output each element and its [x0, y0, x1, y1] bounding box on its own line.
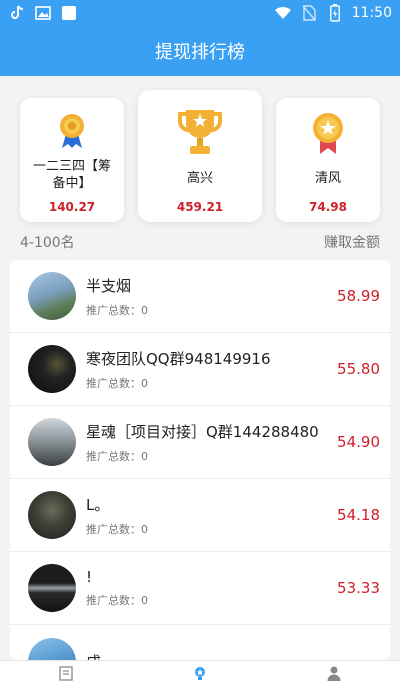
- user-name: !: [86, 568, 93, 586]
- amount-column-label: 赚取金额: [324, 235, 380, 251]
- avatar: [28, 418, 76, 466]
- rank-3-name: 清风: [314, 171, 341, 186]
- rank-2-name: 一二三四【筹备中】: [32, 159, 111, 191]
- rank-3-amount: 74.98: [309, 200, 347, 214]
- rank-range-label: 4-100名: [20, 235, 75, 251]
- rank-tab-icon[interactable]: [192, 665, 208, 681]
- top-three-podium: 一二三四【筹备中】 140.27 高兴 459.21 清风 74.98: [20, 90, 380, 222]
- rank-1-amount: 459.21: [176, 200, 224, 214]
- user-name: 星魂［项目对接］Q群144288480: [86, 422, 319, 441]
- earned-amount: 54.18: [337, 506, 380, 524]
- page-title: 提现排行榜: [155, 42, 245, 63]
- battery-icon: [326, 4, 344, 22]
- list-item[interactable]: 寒夜团队QQ群948149916 推广总数：0 55.80: [10, 333, 390, 406]
- list-item[interactable]: ! 推广总数：0 53.33: [10, 552, 390, 625]
- wifi-icon: [274, 4, 292, 22]
- no-sim-icon: [300, 4, 318, 22]
- user-name: L。: [86, 495, 110, 514]
- avatar: [28, 637, 76, 660]
- list-item[interactable]: 星魂［项目对接］Q群144288480 推广总数：0 54.90: [10, 406, 390, 479]
- list-item[interactable]: L。 推广总数：0 54.18: [10, 479, 390, 552]
- promo-count: 推广总数：0: [86, 594, 148, 607]
- earned-amount: 55.80: [337, 360, 380, 378]
- promo-count: 推广总数：0: [86, 376, 148, 390]
- avatar: [28, 564, 76, 612]
- rank-1-name: 高兴: [186, 171, 213, 186]
- trophy-icon: [176, 104, 224, 164]
- promo-count: 推广总数：0: [86, 303, 148, 317]
- rank-3-card[interactable]: 清风 74.98: [276, 98, 380, 222]
- avatar: [28, 491, 76, 539]
- status-bar: 11:50: [0, 0, 400, 26]
- tiktok-icon: [8, 4, 26, 22]
- header-bar: 11:50 提现排行榜: [0, 0, 400, 76]
- status-time: 11:50: [351, 5, 392, 21]
- ranking-list-header: 4-100名 赚取金额: [20, 232, 380, 252]
- user-name: 半支烟: [86, 276, 132, 295]
- avatar: [28, 345, 76, 393]
- user-tab-icon[interactable]: [326, 665, 342, 681]
- rank-2-amount: 140.27: [48, 200, 96, 214]
- list-item[interactable]: 半支烟 推广总数：0 58.99: [10, 260, 390, 333]
- badge-icon: [308, 110, 348, 160]
- promo-count: 推广总数：0: [86, 522, 148, 536]
- bottom-tab-bar: [0, 660, 400, 684]
- user-name: 成: [86, 651, 380, 660]
- rank-2-card[interactable]: 一二三四【筹备中】 140.27: [20, 98, 124, 222]
- user-name: 寒夜团队QQ群948149916: [86, 349, 271, 368]
- image-icon: [34, 4, 52, 22]
- avatar: [28, 272, 76, 320]
- list-item[interactable]: 成: [10, 625, 390, 660]
- square-icon: [60, 4, 78, 22]
- earned-amount: 58.99: [337, 287, 380, 305]
- medal-icon: [54, 110, 90, 154]
- ranking-list: 半支烟 推广总数：0 58.99 寒夜团队QQ群948149916 推广总数：0…: [10, 260, 390, 660]
- list-tab-icon[interactable]: [58, 665, 74, 681]
- promo-count: 推广总数：0: [86, 449, 148, 463]
- earned-amount: 53.33: [337, 579, 380, 597]
- rank-1-card[interactable]: 高兴 459.21: [138, 90, 262, 222]
- earned-amount: 54.90: [337, 433, 380, 451]
